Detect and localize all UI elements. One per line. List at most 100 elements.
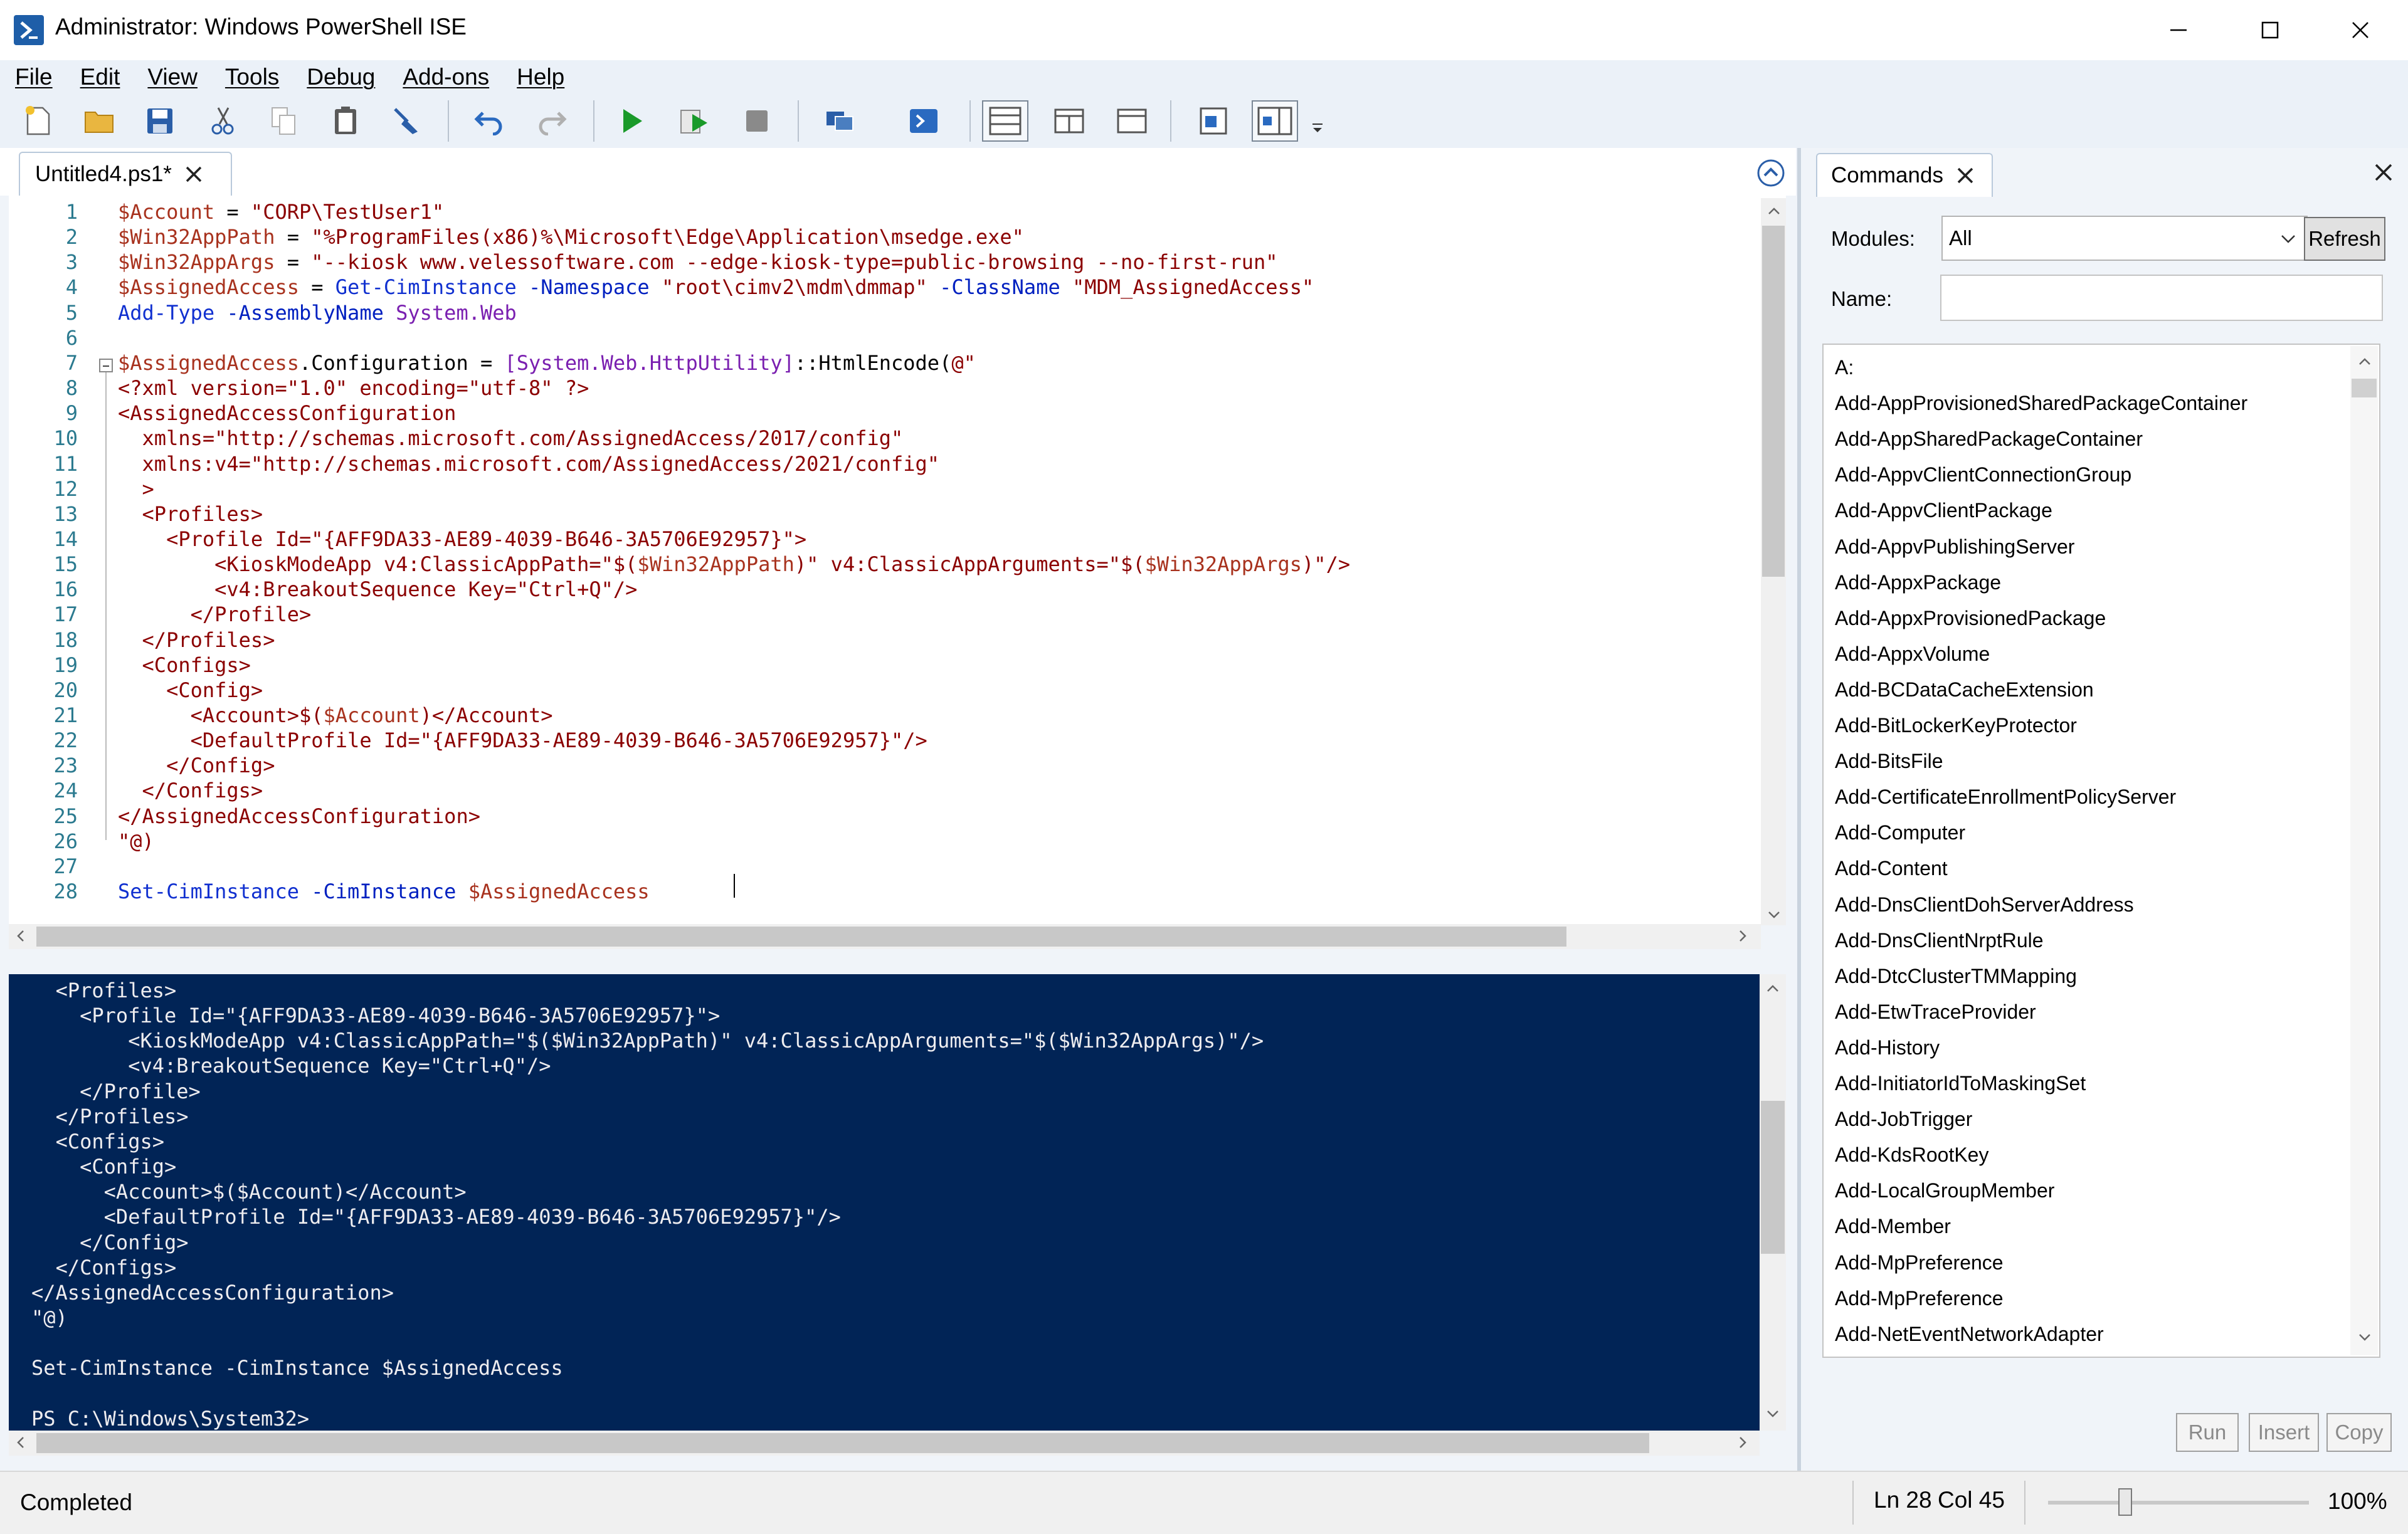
command-list-item[interactable]: Add-MpPreference	[1835, 1286, 2004, 1311]
close-tab-icon[interactable]	[184, 165, 203, 184]
save-button[interactable]	[142, 103, 178, 139]
name-filter-input[interactable]	[1940, 275, 2383, 321]
command-list-item[interactable]: Add-EtwTraceProvider	[1835, 999, 2036, 1024]
code-line: Add-Type -AssemblyName System.Web	[118, 300, 517, 325]
close-tab-icon[interactable]	[1956, 166, 1975, 185]
menu-help[interactable]: Help	[517, 64, 564, 90]
scroll-down-icon[interactable]	[1767, 908, 1781, 925]
console-line: <Configs>	[55, 1129, 164, 1153]
fold-toggle[interactable]	[99, 359, 113, 372]
menu-debug[interactable]: Debug	[307, 64, 375, 90]
zoom-slider-thumb[interactable]	[2118, 1488, 2133, 1516]
command-list-item[interactable]: A:	[1835, 355, 1854, 380]
scroll-up-icon[interactable]	[2358, 355, 2372, 372]
command-list-item[interactable]: Add-AppProvisionedSharedPackageContainer	[1835, 391, 2247, 416]
redo-button[interactable]	[533, 103, 569, 139]
minimize-button[interactable]	[2133, 0, 2224, 60]
scroll-down-icon[interactable]	[1766, 1407, 1780, 1424]
code-line: <Profiles>	[118, 502, 263, 527]
commands-list-scroll-thumb[interactable]	[2352, 379, 2377, 397]
command-list-item[interactable]: Add-DnsClientNrptRule	[1835, 928, 2044, 953]
run-selection-button[interactable]	[676, 103, 712, 139]
scroll-up-icon[interactable]	[1766, 982, 1780, 999]
menu-view[interactable]: View	[147, 64, 198, 90]
command-list-item[interactable]: Add-AppxVolume	[1835, 641, 1990, 666]
copy-button[interactable]	[266, 103, 302, 139]
code-line: <AssignedAccessConfiguration	[118, 401, 456, 426]
pane-splitter[interactable]	[9, 958, 1786, 973]
code-line: $Win32AppPath = "%ProgramFiles(x86)%\Mic…	[118, 224, 1024, 250]
menu-tools[interactable]: Tools	[225, 64, 279, 90]
command-list-item[interactable]: Add-BitLockerKeyProtector	[1835, 713, 2077, 738]
vertical-pane-divider[interactable]	[1797, 148, 1801, 1471]
new-script-button[interactable]	[20, 103, 56, 139]
command-list-item[interactable]: Add-Content	[1835, 856, 1948, 881]
command-list-item[interactable]: Add-AppvClientConnectionGroup	[1835, 462, 2131, 487]
new-remote-powershell-tab-button[interactable]	[821, 103, 858, 139]
command-list-item[interactable]: Add-NetEventNetworkAdapter	[1835, 1321, 2104, 1347]
editor-hscroll-thumb[interactable]	[36, 927, 1566, 947]
tab-untitled4[interactable]: Untitled4.ps1*	[19, 152, 232, 196]
scroll-down-icon[interactable]	[2358, 1330, 2372, 1347]
clear-console-button[interactable]	[388, 103, 424, 139]
command-list-item[interactable]: Add-MpPreference	[1835, 1250, 2004, 1275]
scroll-right-icon[interactable]	[1736, 929, 1750, 946]
scroll-up-icon[interactable]	[1767, 204, 1781, 221]
menu-add-ons[interactable]: Add-ons	[403, 64, 489, 90]
close-window-button[interactable]	[2315, 0, 2405, 60]
show-script-pane-top-button[interactable]	[982, 100, 1028, 142]
insert-command-button[interactable]: Insert	[2249, 1413, 2319, 1452]
line-number: 19	[53, 653, 78, 677]
commands-list-scrollbar[interactable]	[2350, 346, 2378, 1355]
command-list-item[interactable]: Add-DnsClientDohServerAddress	[1835, 892, 2134, 917]
maximize-button[interactable]	[2225, 0, 2315, 60]
run-script-button[interactable]	[613, 103, 650, 139]
console-scroll-thumb[interactable]	[1761, 1101, 1785, 1254]
run-command-button[interactable]: Run	[2176, 1413, 2239, 1452]
scroll-right-icon[interactable]	[1736, 1436, 1750, 1453]
command-list-item[interactable]: Add-KdsRootKey	[1835, 1142, 1988, 1167]
modules-select[interactable]: All	[1941, 216, 2308, 261]
command-list-item[interactable]: Add-Member	[1835, 1214, 1951, 1239]
command-list-item[interactable]: Add-BitsFile	[1835, 749, 1943, 774]
command-list-item[interactable]: Add-History	[1835, 1035, 1940, 1060]
menu-file[interactable]: File	[15, 64, 53, 90]
command-list-item[interactable]: Add-AppSharedPackageContainer	[1835, 426, 2143, 451]
refresh-button[interactable]: Refresh	[2304, 217, 2385, 261]
command-list-item[interactable]: Add-BCDataCacheExtension	[1835, 677, 2094, 702]
undo-button[interactable]	[472, 103, 508, 139]
scroll-left-icon[interactable]	[14, 929, 28, 946]
status-bar	[0, 1471, 2408, 1534]
command-list-item[interactable]: Add-Computer	[1835, 820, 1965, 845]
open-button[interactable]	[82, 103, 118, 139]
tab-commands[interactable]: Commands	[1816, 153, 1993, 197]
stop-button[interactable]	[739, 103, 775, 139]
console-hscroll-thumb[interactable]	[36, 1433, 1649, 1453]
copy-command-button[interactable]: Copy	[2326, 1413, 2392, 1452]
command-list-item[interactable]: Add-DtcClusterTMMapping	[1835, 964, 2077, 989]
editor-scroll-thumb[interactable]	[1762, 226, 1785, 577]
show-command-window-button[interactable]	[1195, 103, 1232, 139]
show-script-pane-maximized-button[interactable]	[1114, 103, 1150, 139]
collapse-script-pane-button[interactable]	[1756, 158, 1786, 188]
command-list-item[interactable]: Add-AppvClientPackage	[1835, 498, 2052, 523]
paste-button[interactable]	[327, 103, 364, 139]
command-list-item[interactable]: Add-CertificateEnrollmentPolicyServer	[1835, 784, 2176, 809]
command-list-item[interactable]: Add-AppxProvisionedPackage	[1835, 606, 2106, 631]
command-list-item[interactable]: Add-AppxPackage	[1835, 570, 2001, 595]
scroll-left-icon[interactable]	[14, 1436, 28, 1453]
close-commands-pane-button[interactable]	[2374, 163, 2393, 185]
show-script-pane-right-button[interactable]	[1051, 103, 1087, 139]
code-token: <Account>$(	[118, 703, 324, 727]
toolbar-overflow-button[interactable]	[1311, 122, 1324, 135]
cut-button[interactable]	[204, 103, 241, 139]
show-command-addon-button[interactable]	[1252, 100, 1298, 142]
menu-edit[interactable]: Edit	[80, 64, 120, 90]
command-list-item[interactable]: Add-JobTrigger	[1835, 1106, 1972, 1132]
command-list-item[interactable]: Add-InitiatorIdToMaskingSet	[1835, 1071, 2086, 1096]
zoom-slider-track[interactable]	[2048, 1501, 2309, 1505]
commands-list[interactable]	[1822, 344, 2380, 1358]
command-list-item[interactable]: Add-AppvPublishingServer	[1835, 534, 2074, 559]
start-powershell-button[interactable]	[906, 103, 942, 139]
command-list-item[interactable]: Add-LocalGroupMember	[1835, 1178, 2054, 1203]
